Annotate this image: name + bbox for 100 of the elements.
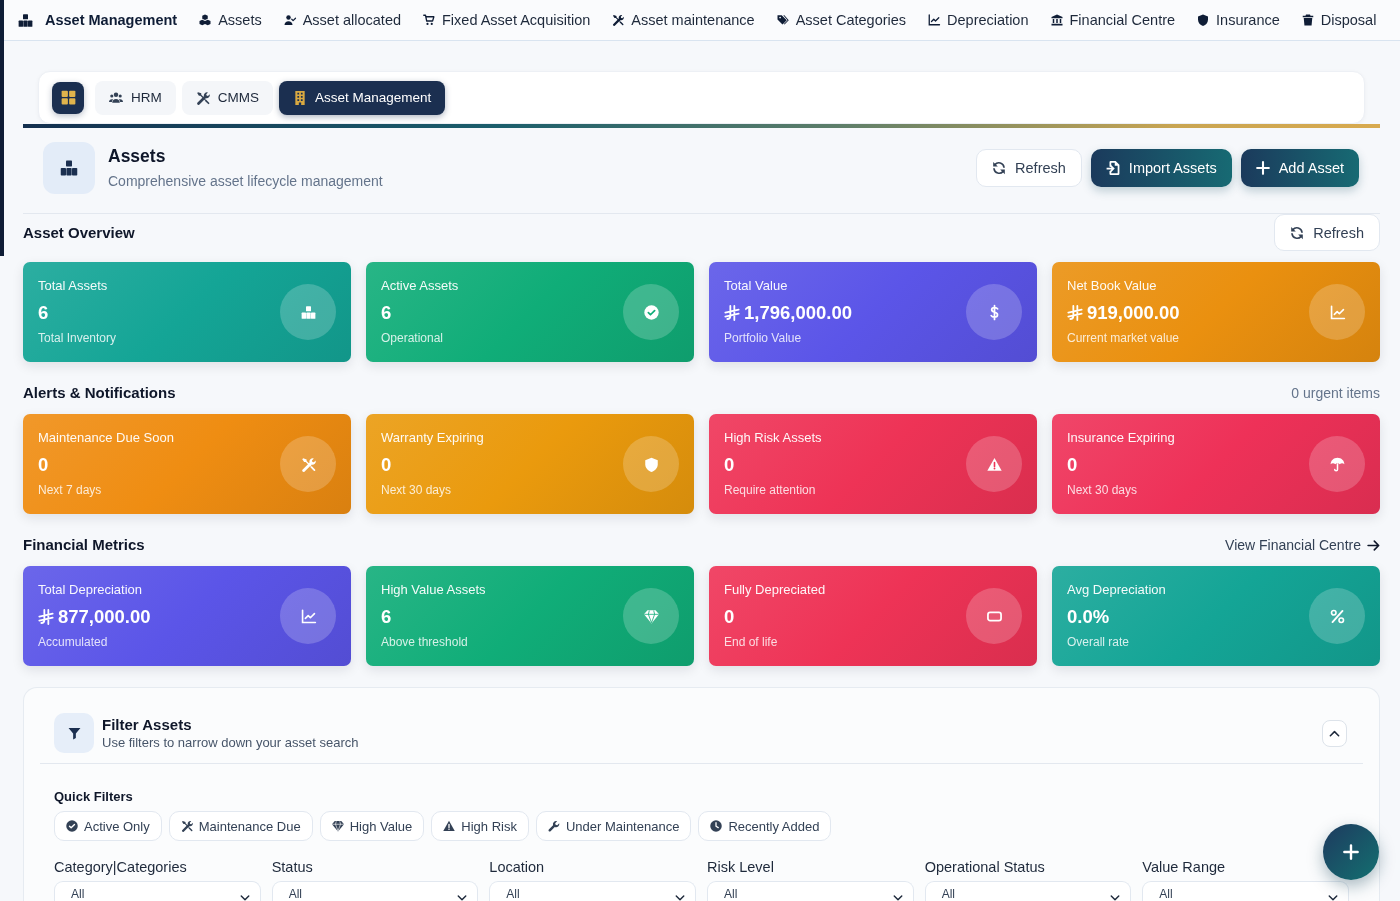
card-note: Next 30 days: [381, 482, 452, 498]
card-label: Total Depreciation: [38, 582, 143, 598]
card-value: 0.0%: [1067, 605, 1110, 629]
card-value: 0: [38, 453, 49, 477]
chevron-down-icon: [457, 893, 468, 901]
select-field[interactable]: All: [924, 881, 1132, 901]
chevron-down-icon: [1328, 893, 1338, 901]
card-label: Total Assets: [38, 278, 108, 294]
card-value: 0: [724, 453, 735, 477]
quick-filter-button[interactable]: High Risk: [431, 811, 529, 841]
boxes-icon: [280, 284, 336, 340]
boxes-icon: [18, 12, 33, 28]
select-field[interactable]: All: [271, 881, 479, 901]
card-note: Accumulated: [38, 634, 108, 650]
quick-filter-button[interactable]: High Value: [319, 811, 425, 841]
tools-icon: [612, 14, 625, 26]
module-tab[interactable]: Asset Management: [279, 80, 446, 115]
card-value: 6: [381, 605, 392, 629]
quick-filter-button[interactable]: Maintenance Due: [168, 811, 313, 841]
field-label: Status: [271, 858, 314, 876]
nav-link[interactable]: Assets: [199, 12, 262, 28]
module-tab[interactable]: CMMS: [181, 80, 273, 115]
quick-filter-button[interactable]: Active Only: [54, 811, 162, 841]
trash-icon: [1301, 14, 1314, 26]
filter-icon: [54, 713, 94, 753]
card-note: Operational: [381, 330, 444, 346]
nav-link[interactable]: Fixed Asset Acquisition: [423, 12, 591, 28]
card-note: Require attention: [724, 482, 816, 498]
users-icon: [109, 90, 123, 105]
nav-link[interactable]: Depreciation: [928, 12, 1029, 28]
brand-link[interactable]: Asset Management: [18, 12, 178, 28]
nav-link[interactable]: Insurance: [1197, 12, 1280, 28]
select-field[interactable]: All: [54, 881, 261, 901]
card-note: Current market value: [1067, 330, 1180, 346]
card-label: Warranty Expiring: [381, 430, 484, 446]
user-check-icon: [283, 14, 296, 26]
card-value: 877,000.00: [58, 605, 151, 629]
line-chart-icon: [1309, 284, 1365, 340]
warning-icon: [966, 436, 1022, 492]
view-financial-centre-link[interactable]: View Financial Centre: [1225, 537, 1380, 553]
warning-icon: [443, 820, 456, 832]
chevron-down-icon: [239, 893, 250, 901]
cubes-icon: [199, 14, 212, 26]
field-label: Risk Level: [707, 858, 775, 876]
card-value: 0: [724, 605, 735, 629]
file-import-icon: [1105, 161, 1120, 175]
card-label: High Risk Assets: [724, 430, 822, 446]
field-label: Value Range: [1142, 858, 1227, 876]
field-label: Category|Categories: [54, 858, 188, 876]
section-title: Financial Metrics: [23, 535, 145, 555]
line-chart-icon: [928, 14, 941, 26]
percent-icon: [1309, 588, 1365, 644]
select-field[interactable]: All: [707, 881, 914, 901]
module-tab[interactable]: HRM: [95, 80, 176, 115]
card-value: 6: [38, 301, 49, 325]
nav-link[interactable]: Disposal: [1301, 12, 1377, 28]
umbrella-icon: [1309, 436, 1365, 492]
card-label: High Value Assets: [381, 582, 486, 598]
page-title: Assets: [108, 146, 167, 167]
nav-link[interactable]: Financial Centre: [1050, 12, 1176, 28]
filter-subtitle: Use filters to narrow down your asset search: [102, 734, 360, 751]
gem-icon: [331, 820, 344, 832]
refresh-button[interactable]: Refresh: [1274, 214, 1380, 251]
chevron-down-icon: [1110, 893, 1121, 901]
boxes-icon: [43, 142, 95, 194]
quick-filters-label: Quick Filters: [54, 789, 134, 804]
card-note: Next 7 days: [38, 482, 102, 498]
field-label: Location: [489, 858, 546, 876]
card-label: Fully Depreciated: [724, 582, 826, 598]
select-field[interactable]: All: [1142, 881, 1349, 901]
card-label: Insurance Expiring: [1067, 430, 1175, 446]
urgent-count: 0 urgent items: [1291, 385, 1380, 401]
quick-filter-button[interactable]: Under Maintenance: [535, 811, 692, 841]
quick-filter-button[interactable]: Recently Added: [698, 811, 832, 841]
section-title: Alerts & Notifications: [23, 383, 176, 403]
field-label: Operational Status: [924, 858, 1046, 876]
card-value: 0: [1067, 453, 1078, 477]
card-note: Portfolio Value: [724, 330, 802, 346]
refresh-icon: [992, 161, 1007, 175]
card-note: End of life: [724, 634, 778, 650]
nav-link[interactable]: Asset Categories: [776, 12, 907, 28]
select-field[interactable]: All: [489, 881, 696, 901]
card-label: Total Value: [724, 278, 788, 294]
nav-link[interactable]: Asset allocated: [283, 12, 401, 28]
plus-icon: [1343, 844, 1359, 860]
card-note: Total Inventory: [38, 330, 117, 346]
tools-icon: [280, 436, 336, 492]
outline-button[interactable]: Refresh: [976, 149, 1082, 187]
shield-icon: [623, 436, 679, 492]
nav-link[interactable]: Asset maintenance: [612, 12, 755, 28]
wrench-icon: [547, 820, 560, 832]
gem-icon: [623, 588, 679, 644]
chevron-down-icon: [892, 893, 903, 901]
primary-button[interactable]: Import Assets: [1090, 149, 1232, 187]
card-value: 6: [381, 301, 392, 325]
primary-button[interactable]: Add Asset: [1240, 149, 1359, 187]
collapse-button[interactable]: [1322, 719, 1347, 747]
apps-grid-button[interactable]: [52, 81, 84, 114]
card-value: 1,796,000.00: [744, 301, 853, 325]
card-label: Net Book Value: [1067, 278, 1157, 294]
